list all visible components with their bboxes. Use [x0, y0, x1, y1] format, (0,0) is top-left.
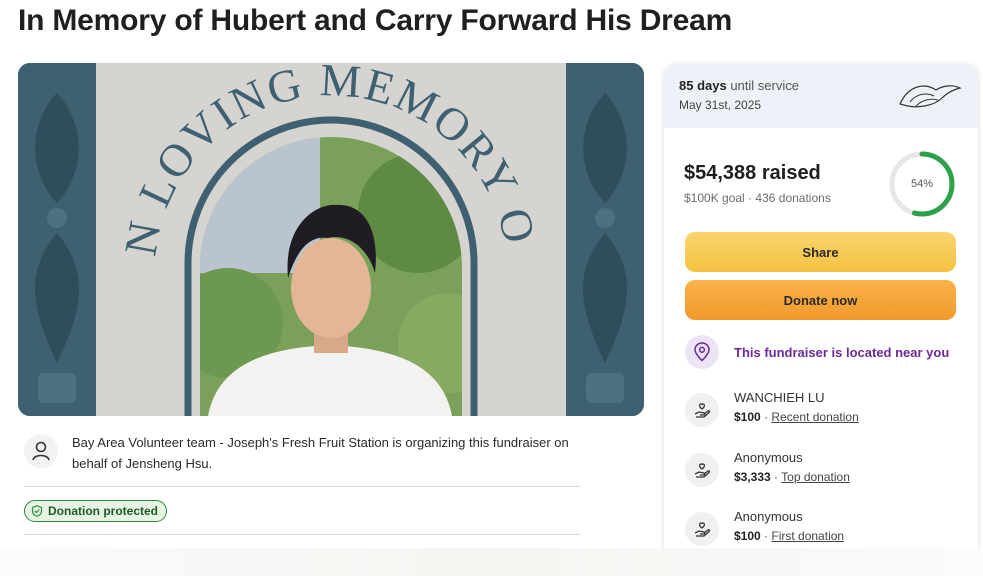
bottom-fade	[0, 548, 983, 576]
donation-hand-icon	[685, 453, 719, 487]
organizer-text: Bay Area Volunteer team - Joseph's Fresh…	[72, 435, 569, 471]
days-suffix: until service	[730, 78, 799, 93]
donor-name: Anonymous	[734, 450, 803, 465]
donation-hand-icon	[685, 512, 719, 546]
nearby-notice: This fundraiser is located near you	[734, 345, 950, 360]
donation-hand-icon	[685, 393, 719, 427]
hero-image: IN LOVING MEMORY OF	[18, 63, 644, 416]
donation-item: Anonymous $3,333 · Top donation	[685, 450, 975, 494]
page-title: In Memory of Hubert and Carry Forward Hi…	[18, 4, 733, 37]
service-date: May 31st, 2025	[679, 98, 762, 112]
donation-count: 436 donations	[755, 191, 831, 205]
dove-logo-icon	[899, 85, 962, 108]
service-countdown: 85 days until service May 31st, 2025	[664, 64, 978, 128]
organizer-section: Bay Area Volunteer team - Joseph's Fresh…	[24, 432, 580, 478]
donation-protected-badge[interactable]: Donation protected	[24, 500, 167, 522]
location-pin-icon	[685, 335, 719, 369]
memorial-illustration: IN LOVING MEMORY OF	[18, 63, 644, 416]
person-icon	[24, 434, 58, 468]
donation-tag-link[interactable]: Recent donation	[771, 410, 858, 424]
amount-raised: $54,388 raised	[684, 162, 821, 184]
donation-tag-link[interactable]: Top donation	[781, 470, 850, 484]
donation-card: 85 days until service May 31st, 2025 $54…	[664, 64, 978, 576]
donation-item: WANCHIEH LU $100 · Recent donation	[685, 390, 975, 434]
shield-check-icon	[31, 505, 43, 517]
donation-tag-link[interactable]: First donation	[771, 529, 844, 543]
donate-now-button[interactable]: Donate now	[685, 280, 956, 320]
donor-name: WANCHIEH LU	[734, 390, 825, 405]
divider	[24, 486, 580, 487]
divider	[24, 534, 580, 535]
donation-amount: $100	[734, 410, 761, 424]
donation-amount: $100	[734, 529, 761, 543]
goal-summary: $100K goal · 436 donations	[684, 191, 831, 205]
goal-amount: $100K goal	[684, 191, 745, 205]
donation-amount: $3,333	[734, 470, 771, 484]
progress-percent: 54%	[910, 178, 934, 190]
donation-item: Anonymous $100 · First donation	[685, 509, 975, 553]
share-button[interactable]: Share	[685, 232, 956, 272]
badge-label: Donation protected	[48, 504, 158, 518]
donor-name: Anonymous	[734, 509, 803, 524]
days-count: 85 days	[679, 78, 727, 93]
